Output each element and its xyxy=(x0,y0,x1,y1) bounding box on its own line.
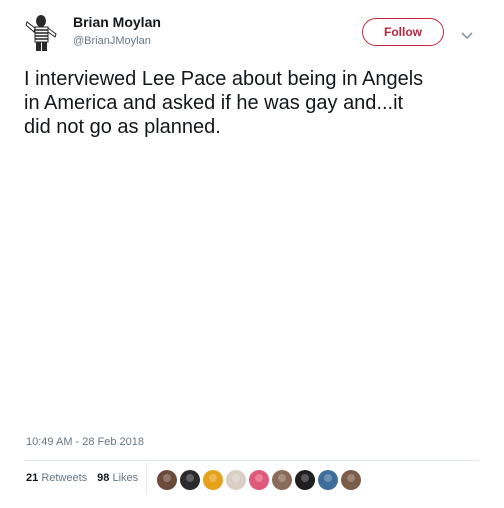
liker-avatar-9[interactable] xyxy=(341,470,361,490)
liker-avatar-7[interactable] xyxy=(295,470,315,490)
follow-button[interactable]: Follow xyxy=(362,18,444,46)
avatar[interactable] xyxy=(24,14,60,52)
likes-label: Likes xyxy=(112,472,139,484)
stats-divider xyxy=(146,463,147,495)
divider xyxy=(24,460,479,461)
liker-avatar-5[interactable] xyxy=(249,470,269,490)
person-striped-shirt-avatar-icon xyxy=(25,15,57,51)
liker-avatar-1[interactable] xyxy=(157,470,177,490)
liker-avatar-6[interactable] xyxy=(272,470,292,490)
retweets-label: Retweets xyxy=(41,472,88,484)
liker-avatar-2[interactable] xyxy=(180,470,200,490)
author-handle[interactable]: @BrianJMoylan xyxy=(73,35,151,47)
tweet-text: I interviewed Lee Pace about being in An… xyxy=(24,67,489,139)
chevron-down-icon[interactable] xyxy=(461,27,473,40)
tweet-stats: 21 Retweets 98 Likes xyxy=(26,472,138,484)
tweet-text-line: in America and asked if he was gay and..… xyxy=(24,92,404,114)
retweets-stat[interactable]: 21 Retweets xyxy=(26,472,87,484)
liker-avatar-4[interactable] xyxy=(226,470,246,490)
tweet-text-line: did not go as planned. xyxy=(24,116,221,138)
likers-avatar-list xyxy=(157,470,361,490)
tweet-timestamp[interactable]: 10:49 AM - 28 Feb 2018 xyxy=(26,436,144,448)
likes-count: 98 xyxy=(97,472,110,484)
retweets-count: 21 xyxy=(26,472,39,484)
liker-avatar-8[interactable] xyxy=(318,470,338,490)
liker-avatar-3[interactable] xyxy=(203,470,223,490)
tweet-text-line: I interviewed Lee Pace about being in An… xyxy=(24,68,424,90)
author-display-name[interactable]: Brian Moylan xyxy=(73,14,161,30)
likes-stat[interactable]: 98 Likes xyxy=(97,472,138,484)
